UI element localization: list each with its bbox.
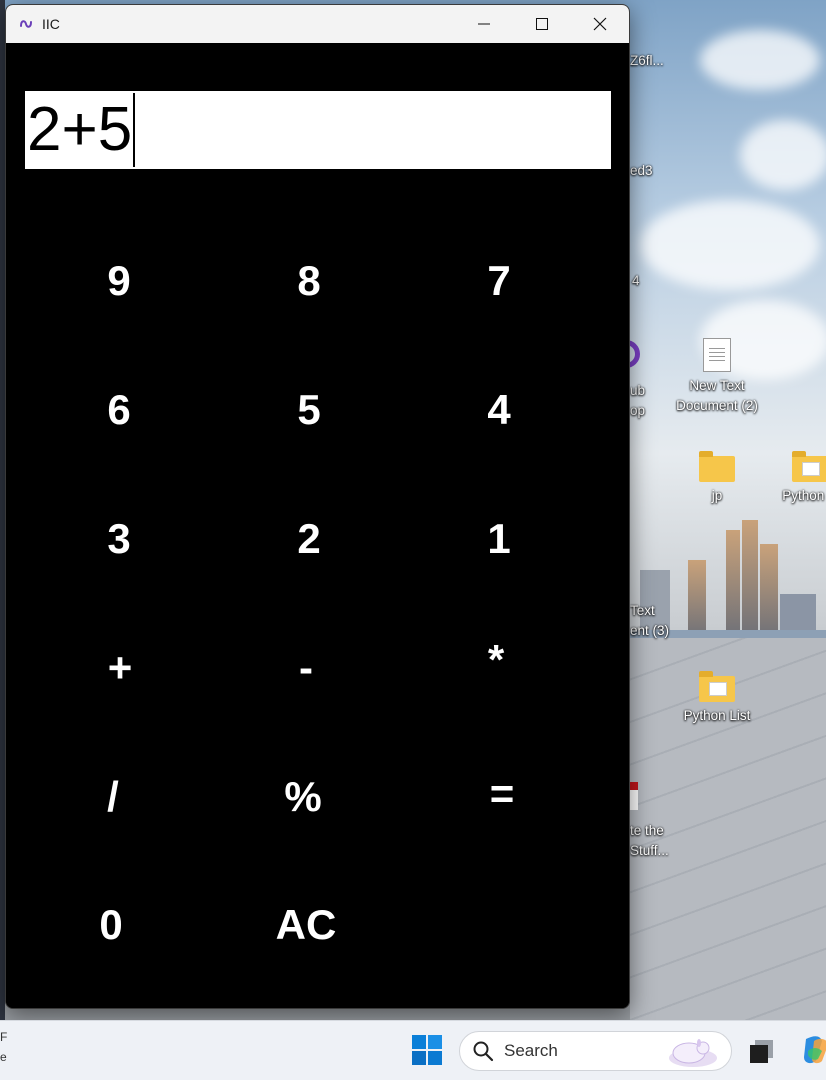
expression-display-input[interactable]: 2+5	[25, 91, 611, 169]
key-1-button[interactable]: 1	[439, 504, 559, 574]
calculator-body: 2+5 9 8 7 6 5 4 3 2 1 + - * / % = 0 AC	[6, 43, 629, 1008]
key-9-button[interactable]: 9	[59, 246, 179, 316]
title-bar[interactable]: IIC	[6, 5, 629, 43]
partial-icon-label: Stuff...	[630, 843, 669, 858]
search-placeholder: Search	[504, 1041, 558, 1060]
desktop-icon-label: Python List	[683, 708, 751, 723]
equals-button[interactable]: =	[442, 759, 562, 829]
taskbar-left-text: F e	[0, 1030, 8, 1064]
key-3-button[interactable]: 3	[59, 504, 179, 574]
app-icon	[18, 16, 34, 32]
task-view-button[interactable]	[746, 1035, 778, 1067]
window-title: IIC	[42, 16, 60, 32]
copilot-icon	[804, 1036, 826, 1064]
folder-icon	[792, 451, 826, 482]
key-2-button[interactable]: 2	[249, 504, 369, 574]
maximize-button[interactable]	[513, 5, 571, 43]
taskbar-search-box[interactable]: Search	[459, 1031, 732, 1071]
text-caret	[133, 93, 136, 167]
desktop-icon-label: jp	[711, 488, 723, 503]
key-0-button[interactable]: 0	[51, 890, 171, 960]
maximize-icon	[536, 18, 548, 30]
folder-icon	[699, 671, 735, 702]
task-view-icon	[750, 1040, 773, 1063]
desktop-icon-label: New Text Document (2)	[676, 378, 758, 413]
partial-icon-label: te the	[630, 823, 664, 838]
multiply-button[interactable]: *	[436, 625, 556, 695]
desktop-icon-label: Python R	[782, 488, 826, 503]
windows-logo-icon	[412, 1035, 442, 1065]
minimize-button[interactable]	[455, 5, 513, 43]
add-button[interactable]: +	[60, 633, 180, 703]
text-document-icon	[703, 338, 731, 372]
city-skyline	[640, 500, 826, 640]
close-icon	[593, 17, 607, 31]
partial-icon-label: Text	[630, 603, 655, 618]
display-value: 2+5	[27, 95, 133, 164]
start-button[interactable]	[410, 1033, 444, 1067]
partial-icon-label: Z6fl...	[630, 53, 664, 68]
key-4-button[interactable]: 4	[439, 375, 559, 445]
partial-icon-label: ent (3)	[630, 623, 670, 638]
desktop-icon-folder-python-r[interactable]: Python R	[760, 448, 826, 506]
search-highlight-illustration-icon	[669, 1039, 717, 1067]
minimize-icon	[478, 23, 490, 25]
folder-icon	[699, 451, 735, 482]
desktop-icon-new-text-document-2[interactable]: New Text Document (2)	[667, 338, 767, 416]
cloud	[740, 120, 826, 190]
calculator-window: IIC 2+5 9 8 7 6 5 4 3 2 1 + - * / % = 0 …	[5, 4, 630, 1009]
cloud	[640, 200, 820, 290]
partial-icon-label: ub	[630, 383, 646, 398]
close-button[interactable]	[571, 5, 629, 43]
subtract-button[interactable]: -	[246, 633, 366, 703]
percent-button[interactable]: %	[243, 762, 363, 832]
search-icon	[473, 1041, 494, 1062]
key-8-button[interactable]: 8	[249, 246, 369, 316]
key-6-button[interactable]: 6	[59, 375, 179, 445]
desktop-icon-folder-jp[interactable]: jp	[667, 448, 767, 506]
clear-button[interactable]: AC	[246, 890, 366, 960]
desktop-icon-folder-python-list[interactable]: Python List	[667, 668, 767, 726]
copilot-button[interactable]	[800, 1033, 826, 1067]
partial-icon-label: op	[630, 403, 646, 418]
taskbar: F e Search	[0, 1020, 826, 1080]
window-controls	[455, 5, 629, 43]
cloud	[700, 30, 820, 90]
key-5-button[interactable]: 5	[249, 375, 369, 445]
partial-icon-label: ed3	[630, 163, 653, 178]
divide-button[interactable]: /	[53, 762, 173, 832]
key-7-button[interactable]: 7	[439, 246, 559, 316]
partial-icon-label: 4	[632, 273, 640, 288]
